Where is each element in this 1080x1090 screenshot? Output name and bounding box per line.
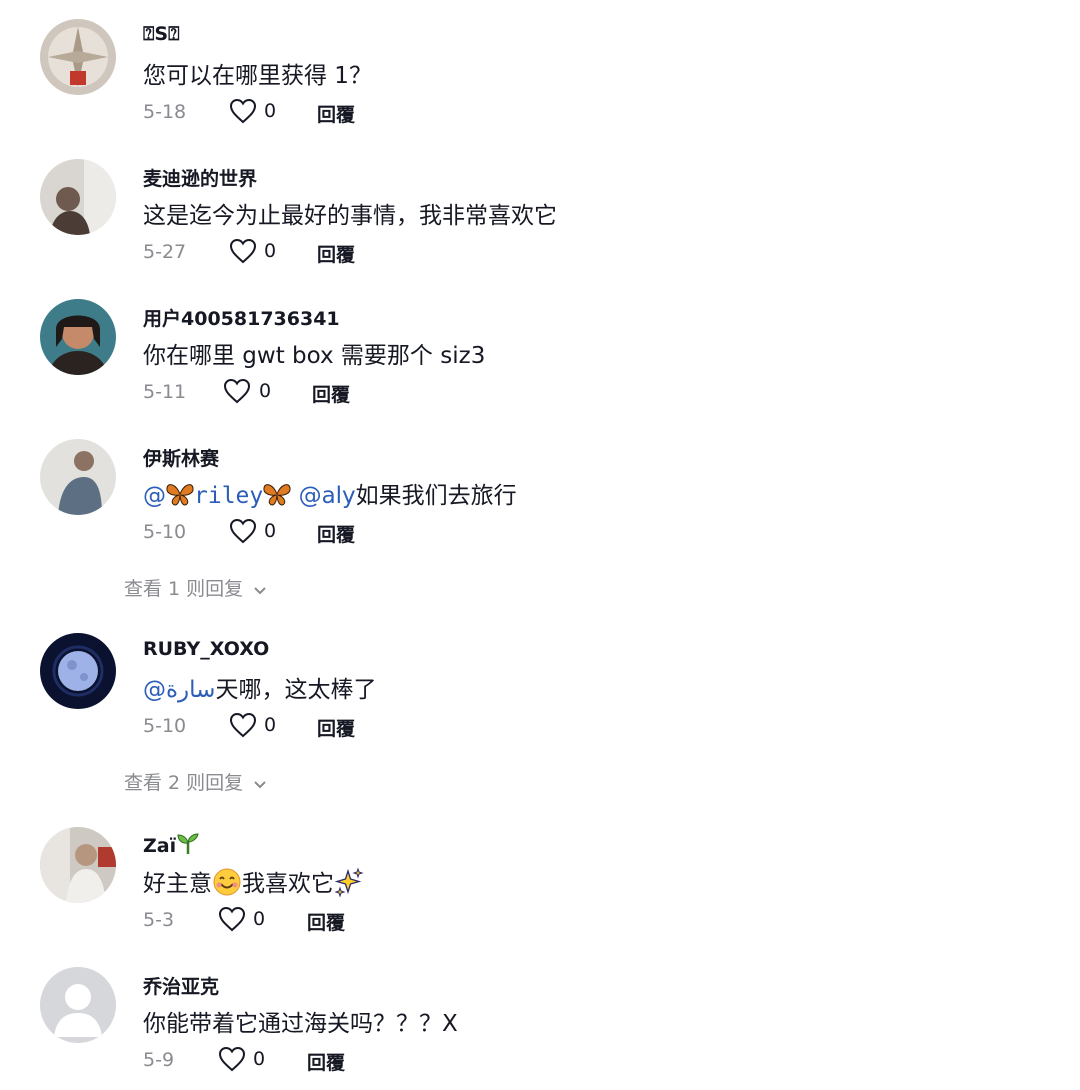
heart-outline-icon [218,1046,246,1072]
like-count: 0 [259,380,272,402]
reply-button[interactable]: 回覆 [317,240,355,267]
comment-date: 5-27 [143,241,187,263]
avatar[interactable] [40,439,116,515]
heart-outline-icon [223,378,251,404]
like-count: 0 [253,1048,266,1070]
sparkles-emoji [334,866,364,903]
like-button[interactable] [229,518,257,544]
reply-button[interactable]: 回覆 [317,100,355,127]
chevron-down-icon [253,579,267,601]
avatar[interactable] [40,299,116,375]
comment-date: 5-10 [143,715,187,737]
username[interactable]: 乔治亚克 [143,972,219,999]
comment-text: @ riley @aly如果我们去旅行 [143,476,517,512]
comment-text: @سارة天哪，这太棒了 [143,677,377,703]
username[interactable]: RUBY_XOXO [143,638,269,660]
heart-outline-icon [229,238,257,264]
reply-button[interactable]: 回覆 [307,1048,345,1075]
smiling-hearts-emoji [212,867,242,903]
avatar[interactable] [40,633,116,709]
like-count: 0 [264,100,277,122]
mention-link[interactable]: @ riley [143,483,291,509]
comment-date: 5-11 [143,381,187,403]
avatar[interactable] [40,159,116,235]
like-button[interactable] [229,238,257,264]
avatar[interactable] [40,19,116,95]
username[interactable]: Zaï [143,832,200,861]
butterfly-emoji [166,482,194,512]
like-button[interactable] [223,378,251,404]
heart-outline-icon [218,906,246,932]
reply-button[interactable]: 回覆 [312,380,350,407]
view-replies-button[interactable]: 查看 2 则回复 [124,768,267,795]
mention-link[interactable]: @aly [299,483,356,509]
comment-text: 好主意 我喜欢它 [143,864,364,903]
mention-link[interactable]: @سارة [143,677,215,703]
like-button[interactable] [218,1046,246,1072]
sprout-emoji [176,832,200,861]
view-replies-label: 查看 2 则回复 [124,772,244,794]
comment-date: 5-3 [143,909,175,931]
like-count: 0 [264,520,277,542]
like-button[interactable] [218,906,246,932]
view-replies-button[interactable]: 查看 1 则回复 [124,574,267,601]
view-replies-label: 查看 1 则回复 [124,578,244,600]
butterfly-emoji [263,482,291,512]
reply-button[interactable]: 回覆 [317,520,355,547]
like-count: 0 [264,714,277,736]
like-count: 0 [253,908,266,930]
username[interactable]: 伊斯林赛 [143,444,219,471]
like-button[interactable] [229,98,257,124]
like-button[interactable] [229,712,257,738]
like-count: 0 [264,240,277,262]
comment-date: 5-10 [143,521,187,543]
username[interactable]: 麦迪逊的世界 [143,164,257,191]
heart-outline-icon [229,712,257,738]
username[interactable]: 用户400581736341 [143,304,340,331]
heart-outline-icon [229,98,257,124]
heart-outline-icon [229,518,257,544]
comment-text: 你能带着它通过海关吗？？？X [143,1011,458,1037]
reply-button[interactable]: 回覆 [307,908,345,935]
reply-button[interactable]: 回覆 [317,714,355,741]
avatar[interactable] [40,967,116,1043]
comment-text: 您可以在哪里获得 1？ [143,63,372,89]
chevron-down-icon [253,773,267,795]
username[interactable]: ⍰S⍰ [143,23,179,45]
comment-date: 5-9 [143,1049,175,1071]
avatar[interactable] [40,827,116,903]
comment-text: 这是迄今为止最好的事情，我非常喜欢它 [143,203,557,229]
comment-text: 你在哪里 gwt box 需要那个 siz3 [143,343,486,369]
comment-date: 5-18 [143,101,187,123]
